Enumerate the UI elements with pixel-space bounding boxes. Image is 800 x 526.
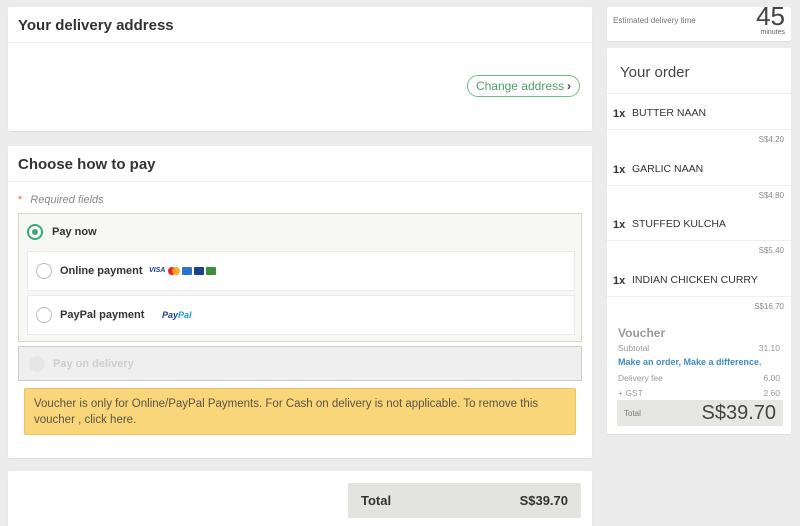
pay-on-delivery-label: Pay on delivery (53, 357, 134, 370)
amex-icon (182, 267, 193, 275)
voucher-warning-note[interactable]: Voucher is only for Online/PayPal Paymen… (24, 388, 576, 435)
mastercard-icon (168, 267, 181, 275)
pay-now-label: Pay now (52, 226, 97, 238)
pay-now-group: Pay now Online payment VISA PayPal payme… (18, 213, 582, 342)
order-total-value: S$39.70 (701, 401, 776, 424)
online-payment-option[interactable]: Online payment VISA (27, 251, 575, 291)
order-item: 1x INDIAN CHICKEN CURRY S$16.70 (607, 262, 791, 317)
required-fields-note: * Required fields (18, 194, 104, 206)
paypal-payment-option[interactable]: PayPal payment PayPal (27, 295, 575, 335)
delivery-address-card: Your delivery address Change address › (8, 7, 592, 131)
card-icon (194, 267, 205, 275)
item-name: GARLIC NAAN (632, 163, 704, 175)
item-name: STUFFED KULCHA (632, 218, 726, 230)
divider (607, 296, 791, 297)
item-qty: 1x (613, 275, 626, 287)
gst-value: 2.60 (763, 388, 780, 398)
total-summary: Total S$39.70 (348, 483, 581, 518)
voucher-title: Voucher (618, 326, 666, 340)
paypal-logo-icon: PayPal (162, 310, 192, 320)
order-total-label: Total (624, 408, 641, 418)
item-price: S$16.70 (754, 302, 784, 311)
visa-icon: VISA (148, 267, 167, 275)
delivery-fee-label: Delivery fee (618, 373, 663, 383)
order-title: Your order (607, 48, 791, 94)
subtotal-row: Subtotal 31.10 (618, 343, 780, 353)
required-fields-label: Required fields (30, 194, 104, 206)
item-price: S$4.80 (758, 191, 784, 200)
item-price: S$5.40 (758, 246, 784, 255)
pay-now-option[interactable]: Pay now (27, 222, 97, 242)
subtotal-value: 31.10 (758, 343, 780, 353)
divider (607, 185, 791, 186)
paypal-payment-radio[interactable] (36, 307, 52, 323)
item-qty: 1x (613, 219, 626, 231)
subtotal-label: Subtotal (618, 343, 650, 353)
total-card: Total S$39.70 (8, 471, 592, 526)
pay-now-radio[interactable] (27, 224, 43, 240)
item-qty: 1x (613, 108, 626, 120)
delivery-address-title: Your delivery address (8, 7, 592, 43)
divider (607, 129, 791, 130)
order-summary-card: Your order 1x BUTTER NAAN S$4.20 1x GARL… (607, 48, 791, 434)
order-total: Total S$39.70 (617, 400, 783, 426)
total-value: S$39.70 (519, 493, 568, 508)
gst-row: + GST 2.60 (618, 388, 780, 398)
chevron-right-icon: › (567, 79, 571, 93)
divider (607, 240, 791, 241)
eta-unit: minutes (760, 29, 785, 36)
pay-on-delivery-radio (29, 355, 45, 372)
total-label: Total (361, 493, 392, 508)
eta-value: 45 (756, 1, 785, 31)
item-qty: 1x (613, 164, 626, 176)
card-logos: VISA (148, 267, 217, 275)
promo-text: Make an order, Make a difference. (618, 357, 762, 367)
gst-label: + GST (618, 388, 643, 398)
online-payment-radio[interactable] (36, 263, 52, 279)
eta-label: Estimated delivery time (613, 16, 696, 25)
order-item: 1x BUTTER NAAN S$4.20 (607, 95, 791, 150)
item-name: BUTTER NAAN (632, 107, 707, 119)
payment-title: Choose how to pay (8, 146, 592, 182)
change-address-button[interactable]: Change address › (466, 75, 580, 97)
change-address-label: Change address (475, 79, 564, 93)
paypal-payment-label: PayPal payment (60, 309, 145, 321)
pay-on-delivery-option: Pay on delivery (18, 346, 582, 381)
online-payment-label: Online payment (60, 265, 143, 277)
delivery-eta-card: Estimated delivery time 45 minutes (607, 1, 791, 41)
item-name: INDIAN CHICKEN CURRY (632, 274, 758, 286)
order-item: 1x STUFFED KULCHA S$5.40 (607, 206, 791, 261)
required-star-icon: * (18, 194, 23, 206)
delivery-fee-row: Delivery fee 6.00 (618, 373, 780, 383)
delivery-fee-value: 6.00 (763, 373, 780, 383)
item-price: S$4.20 (758, 135, 784, 144)
payment-method-card: Choose how to pay * Required fields Pay n… (8, 146, 592, 458)
order-item: 1x GARLIC NAAN S$4.80 (607, 151, 791, 206)
jcb-icon (206, 267, 217, 275)
